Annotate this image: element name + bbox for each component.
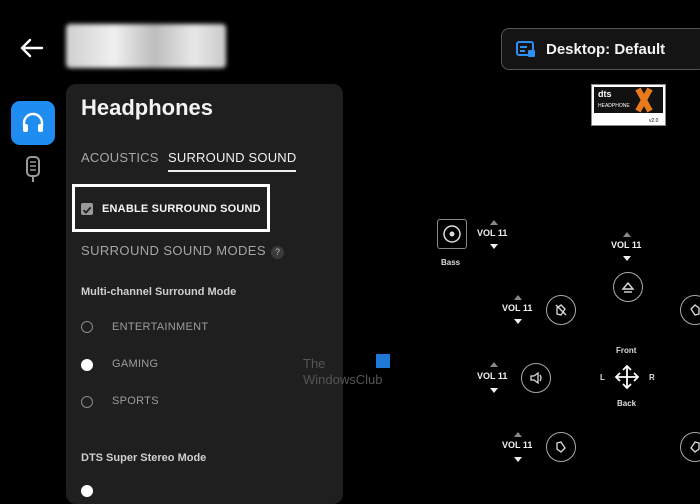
radio-stereo-option[interactable] [81, 485, 93, 497]
svg-text:HEADPHONE: HEADPHONE [598, 103, 630, 109]
svg-text:dts: dts [598, 89, 612, 99]
dts-logo-icon: dts HEADPHONE v2.0 [594, 87, 663, 124]
speaker-front-right-icon [690, 304, 700, 316]
volume-up-button[interactable] [514, 432, 522, 437]
speaker-side-icon [530, 371, 542, 385]
device-name-redacted [66, 24, 226, 68]
enable-surround-checkbox[interactable] [81, 203, 93, 215]
volume-label: VOL 11 [477, 371, 508, 381]
watermark-line1: The [303, 356, 326, 371]
volume-down-button[interactable] [490, 244, 498, 249]
radio-gaming[interactable] [81, 359, 93, 371]
bass-label: Bass [441, 258, 461, 267]
move-arrows-icon [614, 364, 640, 390]
tab-surround-sound[interactable]: SURROUND SOUND [168, 150, 297, 172]
rear-right-speaker-button[interactable] [680, 432, 700, 462]
watermark-windows-icon [376, 354, 390, 368]
dts-headphone-x-logo: dts HEADPHONE v2.0 [591, 84, 666, 126]
side-left-speaker-button[interactable] [521, 363, 551, 393]
svg-text:v2.0: v2.0 [649, 118, 659, 124]
profile-selector-button[interactable]: Desktop: Default [501, 28, 700, 70]
microphone-icon [26, 156, 40, 182]
volume-label: VOL 11 [502, 440, 533, 450]
speaker-rear-right-icon [690, 441, 700, 453]
volume-label: VOL 11 [611, 240, 642, 250]
volume-up-button[interactable] [623, 232, 631, 237]
help-icon[interactable]: ? [271, 246, 284, 259]
enable-surround-label[interactable]: ENABLE SURROUND SOUND [102, 203, 261, 215]
rail-headphones-button[interactable] [11, 101, 55, 145]
rear-left-speaker-button[interactable] [546, 432, 576, 462]
speaker-rear-left-icon [556, 441, 566, 453]
speaker-center-icon [621, 281, 635, 293]
bass-speaker-button[interactable] [437, 219, 467, 249]
watermark-line2: WindowsClub [303, 372, 383, 387]
check-icon [82, 206, 92, 214]
radio-entertainment[interactable] [81, 321, 93, 333]
volume-down-button[interactable] [623, 256, 631, 261]
multichannel-heading: Multi-channel Surround Mode [81, 286, 237, 298]
radio-sports-label[interactable]: SPORTS [112, 395, 159, 407]
rail-microphone-button[interactable] [20, 156, 46, 184]
volume-label: VOL 11 [502, 303, 533, 313]
panel-title: Headphones [81, 95, 214, 120]
volume-down-button[interactable] [514, 319, 522, 324]
volume-up-button[interactable] [490, 220, 498, 225]
subwoofer-icon [443, 225, 461, 243]
back-button[interactable] [18, 34, 46, 62]
direction-right-label: R [649, 373, 655, 382]
radio-entertainment-label[interactable]: ENTERTAINMENT [112, 321, 208, 333]
direction-front-label: Front [616, 346, 637, 355]
surround-modes-heading: SURROUND SOUND MODES [81, 243, 266, 258]
direction-back-label: Back [617, 399, 637, 408]
direction-left-label: L [600, 373, 605, 382]
front-right-speaker-button[interactable] [680, 295, 700, 325]
volume-label: VOL 11 [477, 228, 508, 238]
headphones-icon [22, 112, 44, 132]
radio-sports[interactable] [81, 396, 93, 408]
tab-acoustics[interactable]: ACOUSTICS [81, 150, 159, 165]
profile-label: Desktop: Default [546, 40, 666, 58]
center-speaker-button[interactable] [613, 272, 643, 302]
arrow-left-icon [20, 38, 44, 58]
front-left-speaker-button[interactable] [546, 295, 576, 325]
volume-down-button[interactable] [490, 388, 498, 393]
volume-down-button[interactable] [514, 457, 522, 462]
volume-up-button[interactable] [514, 295, 522, 300]
profile-desktop-icon [516, 41, 535, 57]
stereo-mode-heading: DTS Super Stereo Mode [81, 452, 207, 464]
volume-up-button[interactable] [490, 362, 498, 367]
speaker-front-left-icon [555, 304, 567, 316]
radio-gaming-label[interactable]: GAMING [112, 358, 158, 370]
